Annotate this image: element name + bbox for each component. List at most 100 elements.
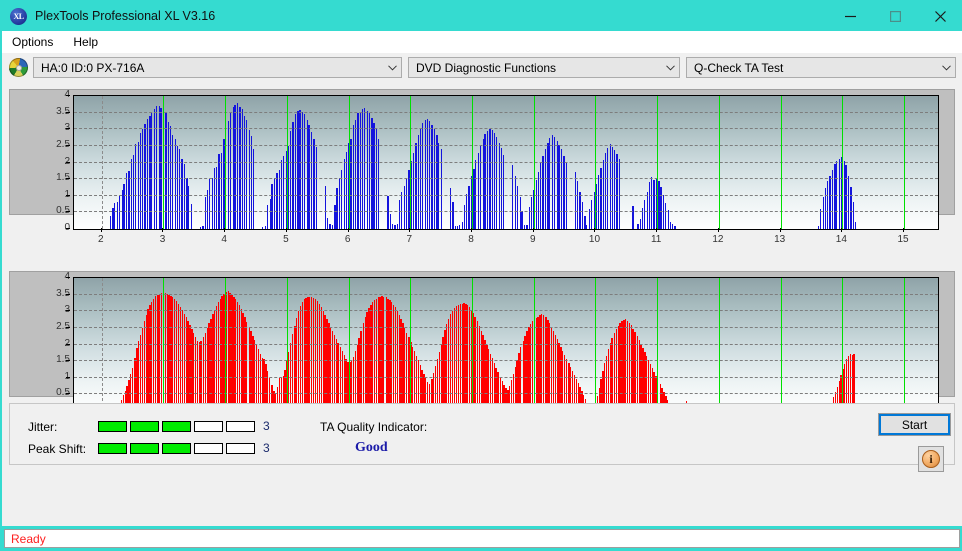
x-axis-label: 4 [221, 234, 227, 245]
y-axis-tick [66, 376, 70, 378]
chart-bar [646, 191, 648, 229]
optical-disc-icon [9, 58, 28, 77]
chart-bar [632, 205, 634, 229]
gridline-horizontal [74, 393, 938, 395]
chart-bar [114, 203, 116, 229]
peak-shift-y-axis: 00.511.522.533.54 [30, 272, 70, 415]
chart-bar [611, 337, 613, 411]
chart-bar [512, 165, 514, 229]
meter-segment [194, 443, 223, 454]
marker-line [533, 278, 535, 411]
info-icon: i [922, 450, 940, 468]
y-axis-tick [66, 293, 70, 295]
maximize-icon[interactable] [873, 1, 918, 31]
x-axis-label: 13 [774, 234, 786, 245]
gridline-horizontal [74, 343, 938, 345]
chart-bar [137, 141, 139, 229]
jitter-plot-area [73, 95, 939, 230]
x-axis-label: 15 [897, 234, 909, 245]
gridline-horizontal [74, 293, 938, 295]
peak-shift-graph: 00.511.522.533.54 23456789101112131415 [10, 272, 954, 427]
chart-bar [600, 167, 602, 229]
chart-bar [514, 175, 516, 229]
meter-segment [98, 421, 127, 432]
chart-bar [183, 164, 186, 229]
test-select[interactable]: Q-Check TA Test [686, 57, 956, 78]
selector-row: HA:0 ID:0 PX-716A DVD Diagnostic Functio… [2, 53, 962, 84]
chart-bar [422, 122, 424, 229]
chart-bar [200, 340, 202, 411]
chart-bar [502, 155, 505, 229]
chevron-down-icon [662, 64, 679, 71]
chart-bar [123, 184, 125, 229]
gridline-horizontal [74, 194, 938, 196]
chart-bar [520, 347, 522, 411]
chart-bar [292, 121, 294, 229]
chart-bar [474, 317, 476, 411]
marker-line [657, 278, 659, 411]
status-text: Ready [11, 531, 46, 546]
x-axis-label: 9 [529, 234, 536, 245]
marker-line [286, 278, 288, 411]
gridline-horizontal [74, 376, 938, 378]
ta-quality-value: Good [355, 440, 388, 455]
jitter-bars [74, 96, 938, 229]
x-axis-tick [409, 228, 411, 232]
chart-bar [493, 132, 495, 229]
peak-shift-graph-panel: 00.511.522.533.54 23456789101112131415 [9, 271, 955, 427]
gridline-horizontal [74, 326, 938, 328]
menu-item-options[interactable]: Options [2, 33, 63, 51]
chart-bar [308, 124, 310, 229]
x-axis-label: 11 [650, 234, 662, 245]
chart-bar [521, 210, 523, 229]
y-axis-tick [66, 178, 70, 180]
chart-bar [412, 152, 415, 229]
peak-shift-plot-area [73, 277, 939, 412]
chart-bar [246, 119, 248, 229]
x-axis-label: 10 [588, 234, 601, 245]
y-axis-tick [66, 161, 70, 163]
xl-logo-icon: XL [10, 7, 27, 25]
chart-bar [576, 181, 579, 229]
info-button[interactable]: i [918, 446, 944, 472]
gridline-horizontal [74, 95, 938, 96]
chart-bar [267, 205, 269, 229]
chart-bar [829, 175, 831, 229]
x-axis-tick [841, 228, 843, 232]
menubar: Options Help [2, 31, 962, 53]
chart-bar [403, 186, 405, 229]
chart-bar [415, 142, 417, 229]
chart-bar [128, 171, 130, 229]
jitter-x-axis: 2 3 4 5 6 7 8 9 10 11 12 13 14 15 [73, 228, 939, 248]
meter-segment [130, 421, 159, 432]
chart-bar [373, 122, 375, 229]
marker-line [904, 96, 906, 229]
menu-item-help[interactable]: Help [63, 33, 108, 51]
chart-bar [188, 185, 190, 229]
y-axis-tick [66, 393, 70, 395]
start-button[interactable]: Start [878, 413, 951, 436]
chart-bar [551, 134, 553, 229]
marker-line [472, 278, 474, 411]
gridline-horizontal [74, 111, 938, 113]
peak-shift-meter [98, 443, 255, 454]
meter-segment [98, 443, 127, 454]
chart-bar [665, 203, 667, 229]
chart-bar [542, 315, 545, 411]
chart-bar [431, 124, 433, 229]
chart-bar [530, 197, 532, 229]
y-axis-tick [66, 111, 70, 113]
chart-bar [651, 176, 653, 229]
gridline-horizontal [74, 310, 938, 312]
chart-bar [558, 144, 560, 229]
x-axis-tick [656, 228, 658, 232]
y-axis-tick [66, 277, 70, 278]
chart-bar [438, 142, 440, 229]
function-select[interactable]: DVD Diagnostic Functions [408, 57, 680, 78]
x-axis-label: 3 [159, 234, 166, 245]
chart-bar [845, 165, 847, 229]
drive-select[interactable]: HA:0 ID:0 PX-716A [33, 57, 402, 78]
minimize-icon[interactable] [828, 1, 873, 31]
chart-bar [496, 136, 498, 229]
close-icon[interactable] [918, 1, 962, 31]
